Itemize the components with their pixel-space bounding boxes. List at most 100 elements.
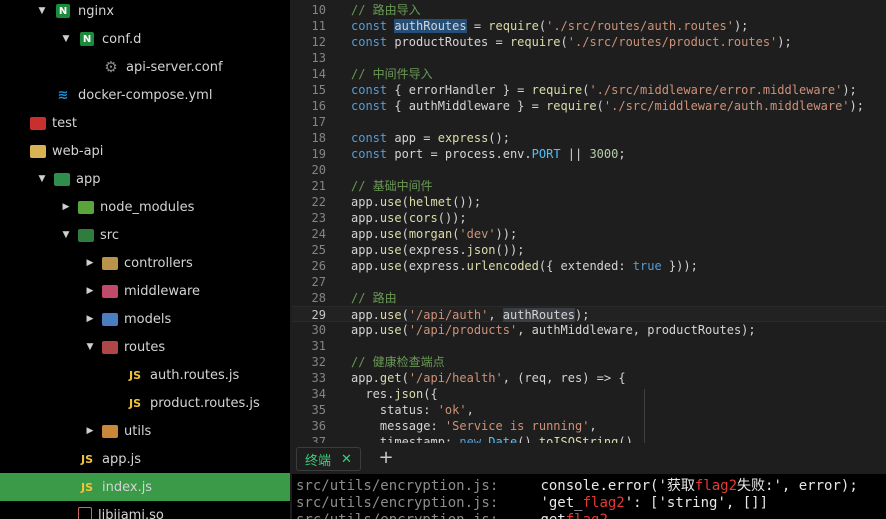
file-explorer: ▼ Nnginx ▼ Nconf.d ▶ ⚙ api-server.conf ▶ ≋ docker…: [0, 0, 290, 519]
code-line[interactable]: 16 const { authMiddleware } = require('./…: [292, 98, 886, 114]
code-text: app.use(morgan('dev'));: [351, 226, 517, 242]
code-line[interactable]: 19 const port = process.env.PORT || 3000;: [292, 146, 886, 162]
code-token: require: [509, 35, 561, 49]
code-token: ;: [618, 147, 626, 161]
code-token: { errorHandler } =: [394, 83, 532, 97]
explorer-item[interactable]: ▼ Nnginx: [0, 0, 290, 25]
chevron-down-icon[interactable]: ▼: [60, 34, 72, 44]
code-line[interactable]: 10 // 路由导入: [292, 2, 886, 18]
chevron-right-icon[interactable]: ▶: [84, 426, 96, 436]
code-token: );: [849, 99, 864, 113]
tab-terminal-label: 终端: [305, 453, 332, 469]
code-token: require: [546, 99, 597, 113]
explorer-item-label: test: [52, 115, 77, 131]
code-line[interactable]: 22 app.use(helmet());: [292, 194, 886, 210]
line-number: 11: [311, 19, 326, 33]
code-token: );: [842, 83, 857, 97]
explorer-item[interactable]: ▶ utils: [0, 417, 290, 445]
explorer-item[interactable]: ▶JSproduct.routes.js: [0, 389, 290, 417]
code-token: (: [401, 195, 409, 209]
explorer-item[interactable]: ▶web-api: [0, 137, 290, 165]
code-line[interactable]: 18 const app = express();: [292, 130, 886, 146]
chevron-right-icon[interactable]: ▶: [84, 258, 96, 268]
line-number: 19: [311, 147, 326, 161]
search-match: flag2: [582, 495, 625, 511]
code-line[interactable]: 24 app.use(morgan('dev'));: [292, 226, 886, 242]
close-icon[interactable]: ✕: [341, 452, 352, 467]
code-line[interactable]: 17: [292, 114, 886, 130]
explorer-item[interactable]: ▼ routes: [0, 333, 290, 361]
code-line[interactable]: 37 timestamp: new Date().toISOString(): [292, 434, 886, 443]
code-line[interactable]: 36 message: 'Service is running',: [292, 418, 886, 434]
chevron-down-icon[interactable]: ▼: [36, 6, 48, 16]
terminal-file-path: src/utils/encryption.js:: [296, 495, 499, 511]
code-token: ||: [560, 147, 590, 161]
code-line[interactable]: 12 const productRoutes = require('./src/r…: [292, 34, 886, 50]
code-line[interactable]: 15 const { errorHandler } = require('./sr…: [292, 82, 886, 98]
code-token: ({: [423, 387, 438, 401]
explorer-item[interactable]: ▶≋docker-compose.yml: [0, 81, 290, 109]
chevron-down-icon[interactable]: ▼: [84, 342, 96, 352]
code-line[interactable]: 13: [292, 50, 886, 66]
tab-terminal[interactable]: 终端 ✕: [296, 447, 361, 471]
code-text: // 基础中间件: [351, 178, 433, 194]
code-line[interactable]: 30 app.use('/api/products', authMiddlewar…: [292, 322, 886, 338]
explorer-item[interactable]: ▶JSindex.js: [0, 473, 290, 501]
explorer-item[interactable]: ▶JSapp.js: [0, 445, 290, 473]
code-token: './src/middleware/error.middleware': [589, 83, 843, 97]
code-line[interactable]: 32 // 健康检查端点: [292, 354, 886, 370]
code-text: // 路由导入: [351, 2, 421, 18]
explorer-item[interactable]: ▼ app: [0, 165, 290, 193]
code-line[interactable]: 25 app.use(express.json());: [292, 242, 886, 258]
code-line[interactable]: 21 // 基础中间件: [292, 178, 886, 194]
chevron-right-icon[interactable]: ▶: [84, 314, 96, 324]
code-line[interactable]: 29 app.use('/api/auth', authRoutes);: [292, 306, 886, 322]
explorer-item[interactable]: ▶libjiami.so: [0, 501, 290, 519]
chevron-down-icon[interactable]: ▼: [36, 174, 48, 184]
explorer-item[interactable]: ▼ src: [0, 221, 290, 249]
code-line[interactable]: 27: [292, 274, 886, 290]
code-token: ,: [466, 403, 474, 417]
line-number: 18: [311, 131, 326, 145]
terminal-file-path: src/utils/encryption.js:: [296, 512, 498, 519]
chevron-right-icon[interactable]: ▶: [60, 202, 72, 212]
code-text: const authRoutes = require('./src/routes…: [351, 18, 748, 34]
folder-test-icon: [30, 116, 46, 130]
code-line[interactable]: 31: [292, 338, 886, 354]
code-line[interactable]: 11 const authRoutes = require('./src/rout…: [292, 18, 886, 34]
code-line[interactable]: 33 app.get('/api/health', (req, res) => {: [292, 370, 886, 386]
explorer-item[interactable]: ▶test: [0, 109, 290, 137]
code-token: toISOString: [538, 435, 619, 443]
code-text: app.use(cors());: [351, 210, 467, 226]
explorer-item[interactable]: ▶JSauth.routes.js: [0, 361, 290, 389]
code-line[interactable]: 14 // 中间件导入: [292, 66, 886, 82]
code-line[interactable]: 23 app.use(cors());: [292, 210, 886, 226]
js-file-icon: JS: [128, 396, 141, 410]
code-line[interactable]: 26 app.use(express.urlencoded({ extended:…: [292, 258, 886, 274]
explorer-item[interactable]: ▼ Nconf.d: [0, 25, 290, 53]
line-number: 15: [311, 83, 326, 97]
code-token: use: [379, 243, 402, 257]
explorer-item[interactable]: ▶ node_modules: [0, 193, 290, 221]
explorer-item[interactable]: ▶ controllers: [0, 249, 290, 277]
code-editor[interactable]: 10// 路由导入 11 const authRoutes = require('.…: [292, 0, 886, 443]
terminal-output[interactable]: src/utils/encryption.js: console.error('…: [292, 474, 886, 519]
code-token: (: [401, 371, 409, 385]
code-line[interactable]: 35 status: 'ok',: [292, 402, 886, 418]
nginx-icon: N: [80, 32, 94, 46]
code-line[interactable]: 20: [292, 162, 886, 178]
code-text: message: 'Service is running',: [351, 418, 597, 434]
folder-models-icon: [102, 312, 118, 326]
explorer-item[interactable]: ▶ middleware: [0, 277, 290, 305]
code-line[interactable]: 28 // 路由: [292, 290, 886, 306]
so-file-icon: [78, 506, 92, 519]
explorer-item[interactable]: ▶ models: [0, 305, 290, 333]
folder-middleware-icon: [102, 284, 118, 298]
explorer-item-label: libjiami.so: [98, 507, 164, 519]
code-text: app.use(express.urlencoded({ extended: t…: [351, 258, 698, 274]
explorer-item[interactable]: ▶⚙api-server.conf: [0, 53, 290, 81]
chevron-down-icon[interactable]: ▼: [60, 230, 72, 240]
chevron-right-icon[interactable]: ▶: [84, 286, 96, 296]
add-terminal-button[interactable]: +: [375, 447, 397, 469]
code-line[interactable]: 34 res.json({: [292, 386, 886, 402]
